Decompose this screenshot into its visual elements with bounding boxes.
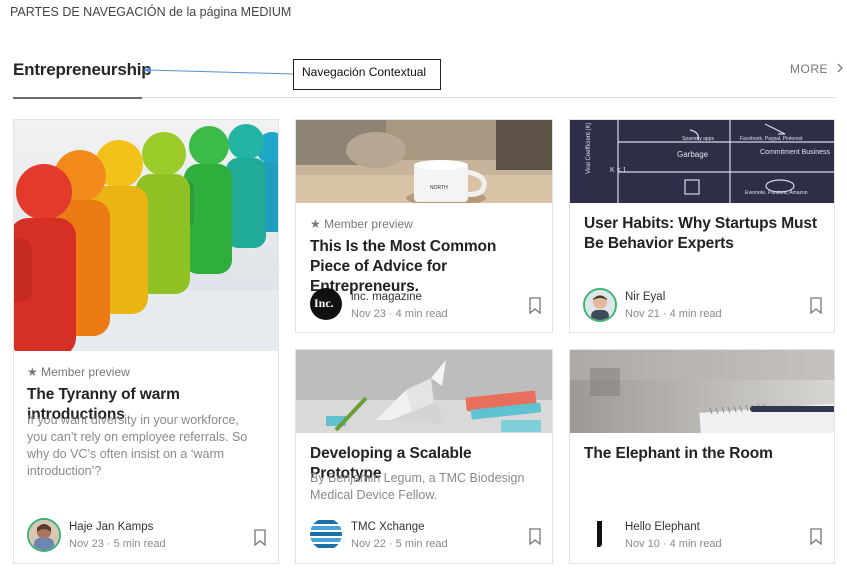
author-name[interactable]: inc. magazine [351, 291, 422, 303]
member-preview-label: ★ Member preview [27, 365, 130, 379]
header-caption: PARTES DE NAVEGACIÓN de la página MEDIUM [10, 5, 292, 19]
avatar[interactable] [583, 288, 617, 322]
post-date: Nov 23 · 4 min read [351, 308, 448, 320]
avatar[interactable] [310, 518, 342, 550]
article-card-user-habits[interactable]: Viral Coefficient (K) Spammy apps Facebo… [569, 119, 835, 333]
article-card-elephant[interactable]: The Elephant in the Room Hello Elephant … [569, 349, 835, 564]
card-image-paper-crane [296, 350, 552, 433]
author-name[interactable]: TMC Xchange [351, 521, 425, 533]
more-link[interactable]: MORE [790, 62, 844, 76]
avatar[interactable] [584, 518, 616, 550]
chevron-right-icon [837, 63, 843, 73]
card-image-wooden-figures [14, 120, 278, 351]
chalk-label-spammy: Spammy apps [682, 136, 714, 142]
card-image-coffee-mug: NORTH [296, 120, 552, 203]
card-subtitle[interactable]: By Benjamin Legum, a TMC Biodesign Medic… [310, 470, 530, 504]
card-title[interactable]: This Is the Most Common Piece of Advice … [310, 237, 540, 297]
bookmark-icon[interactable] [528, 528, 542, 546]
svg-text:NORTH: NORTH [430, 185, 448, 191]
callout-box: Navegación Contextual [293, 59, 441, 90]
bookmark-icon[interactable] [528, 297, 542, 315]
bookmark-icon[interactable] [809, 297, 823, 315]
post-date: Nov 22 · 5 min read [351, 538, 448, 550]
more-label: MORE [790, 62, 828, 76]
inc-logo-text: Inc. [314, 296, 334, 310]
chalk-label-garbage: Garbage [677, 150, 709, 159]
article-card-tyranny[interactable]: ★ Member preview The Tyranny of warm int… [13, 119, 279, 564]
bookmark-icon[interactable] [809, 528, 823, 546]
post-date: Nov 21 · 4 min read [625, 308, 722, 320]
chalk-label-viral: Viral Coefficient (K) [586, 123, 592, 174]
article-card-common-advice[interactable]: NORTH ★ Member preview This Is the Most … [295, 119, 553, 333]
author-name[interactable]: Haje Jan Kamps [69, 521, 153, 533]
author-name[interactable]: Nir Eyal [625, 291, 665, 303]
bookmark-icon[interactable] [253, 529, 267, 547]
callout-label: Navegación Contextual [302, 65, 427, 79]
elephant-logo-mark [597, 521, 602, 547]
chalk-label-evernote: Evernote, Pandora, Amazon [745, 190, 808, 196]
chalk-label-commitment: Commitment Business [760, 149, 831, 156]
chalk-label-facebook: Facebook, Paypal, Pinterest [740, 136, 803, 142]
card-image-chalkboard: Viral Coefficient (K) Spammy apps Facebo… [570, 120, 834, 203]
avatar[interactable] [27, 518, 61, 552]
member-preview-label: ★ Member preview [310, 217, 413, 231]
card-image-notebook-pen [570, 350, 834, 433]
section-active-underline [13, 97, 142, 99]
chalk-label-k: K < 1 [610, 167, 627, 174]
author-name[interactable]: Hello Elephant [625, 521, 700, 533]
card-title[interactable]: User Habits: Why Startups Must Be Behavi… [584, 214, 829, 254]
article-card-scalable-prototype[interactable]: Developing a Scalable Prototype By Benja… [295, 349, 553, 564]
card-subtitle[interactable]: If you want diversity in your workforce,… [27, 412, 262, 480]
section-title[interactable]: Entrepreneurship [13, 60, 152, 80]
card-title[interactable]: The Elephant in the Room [584, 444, 824, 464]
avatar[interactable]: Inc. [310, 288, 342, 320]
post-date: Nov 10 · 4 min read [625, 538, 722, 550]
post-date: Nov 23 · 5 min read [69, 538, 166, 550]
